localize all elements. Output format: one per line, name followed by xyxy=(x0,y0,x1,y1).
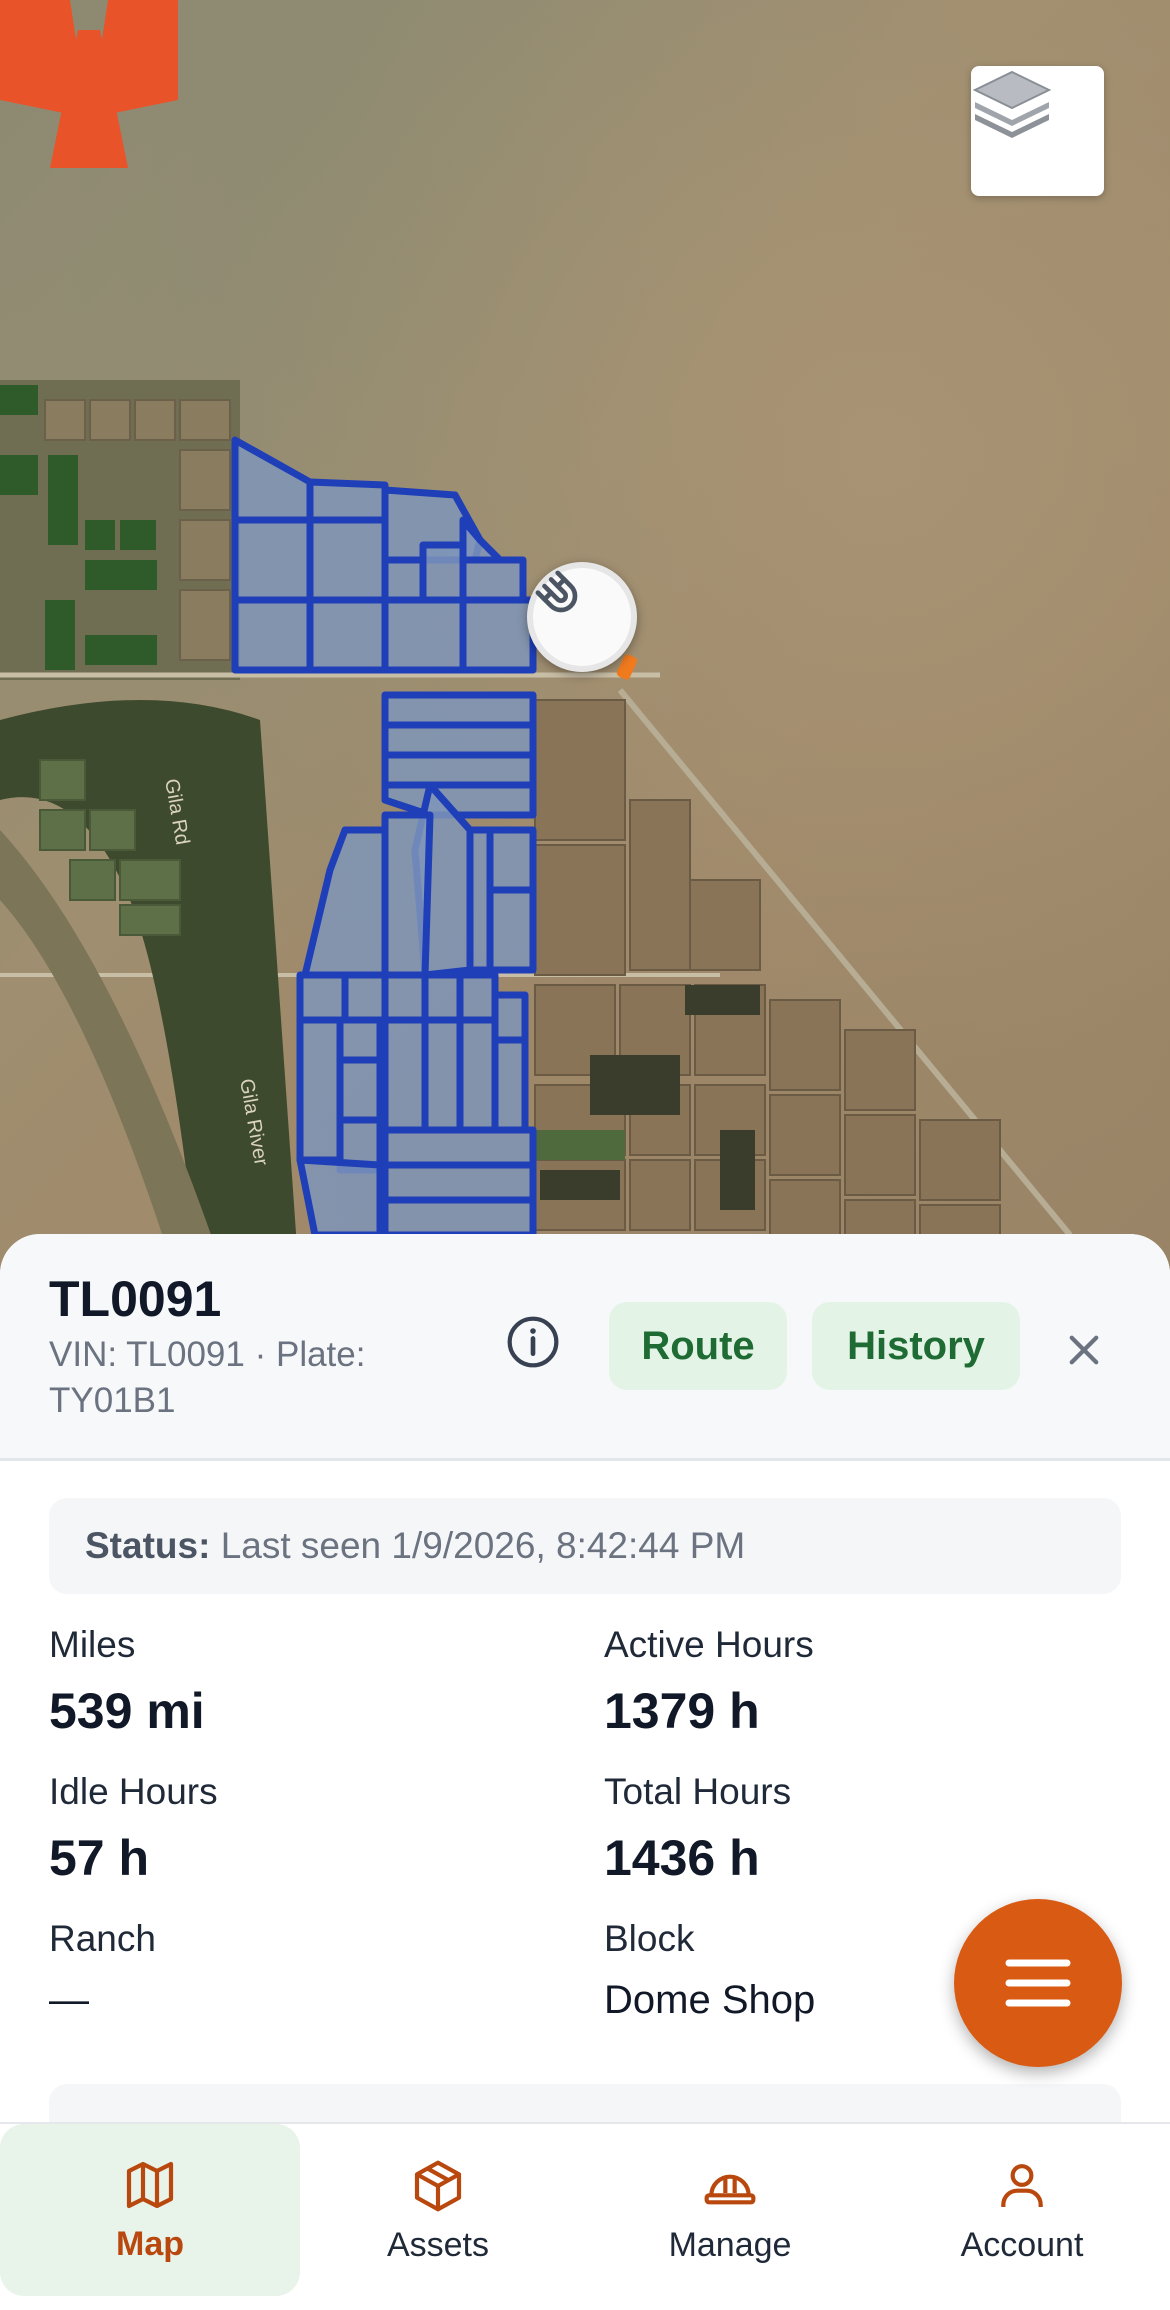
miles-value: 539 mi xyxy=(49,1683,205,1739)
active-hours-label: Active Hours xyxy=(604,1624,814,1665)
active-hours-value: 1379 h xyxy=(604,1683,760,1739)
route-button[interactable]: Route xyxy=(609,1302,787,1390)
user-icon xyxy=(1001,2163,1043,2207)
block-label: Block xyxy=(604,1918,695,1959)
close-icon[interactable] xyxy=(1063,1329,1105,1371)
nav-label-manage: Manage xyxy=(668,2225,792,2264)
map-layers-button[interactable] xyxy=(971,66,1104,196)
history-button[interactable]: History xyxy=(812,1302,1020,1390)
hamburger-icon xyxy=(1005,1959,1071,2007)
bottom-navigation: Map Assets Manage Account xyxy=(0,2122,1170,2310)
total-hours-label: Total Hours xyxy=(604,1771,792,1812)
ranch-label: Ranch xyxy=(49,1918,156,1959)
status-label: Status: xyxy=(85,1525,211,1566)
nav-label-map: Map xyxy=(116,2224,184,2263)
box-icon xyxy=(414,2160,462,2211)
block-value: Dome Shop xyxy=(604,1978,816,2022)
nav-label-assets: Assets xyxy=(386,2225,490,2264)
idle-hours-label: Idle Hours xyxy=(49,1771,218,1812)
nav-tab-map[interactable]: Map xyxy=(0,2124,300,2296)
satellite-map[interactable]: Gila Rd Gila River xyxy=(0,0,1170,1290)
magnet-icon xyxy=(535,570,578,613)
layers-icon xyxy=(972,70,1052,138)
vehicle-title: TL0091 xyxy=(49,1271,222,1327)
menu-fab-button[interactable] xyxy=(954,1899,1122,2067)
nav-label-account: Account xyxy=(960,2225,1084,2264)
map-icon xyxy=(126,2161,174,2208)
status-banner: Status: Last seen 1/9/2026, 8:42:44 PM xyxy=(49,1498,1121,1594)
total-hours-value: 1436 h xyxy=(604,1830,760,1886)
sheet-header: TL0091 VIN: TL0091 · Plate: TY01B1 Route… xyxy=(0,1234,1170,1461)
ranch-value: — xyxy=(49,1978,89,2022)
nav-tab-assets[interactable]: Assets xyxy=(292,2124,584,2298)
info-icon[interactable] xyxy=(505,1314,561,1370)
brand-logo xyxy=(0,0,178,168)
nav-tab-manage[interactable]: Manage xyxy=(584,2124,876,2298)
idle-hours-value: 57 h xyxy=(49,1830,150,1886)
vehicle-marker[interactable] xyxy=(527,562,637,672)
status-value: Last seen 1/9/2026, 8:42:44 PM xyxy=(220,1525,746,1566)
miles-label: Miles xyxy=(49,1624,136,1665)
vehicle-subtitle: VIN: TL0091 · Plate: TY01B1 xyxy=(49,1335,366,1420)
nav-tab-account[interactable]: Account xyxy=(876,2124,1168,2298)
hardhat-icon xyxy=(704,2174,756,2204)
